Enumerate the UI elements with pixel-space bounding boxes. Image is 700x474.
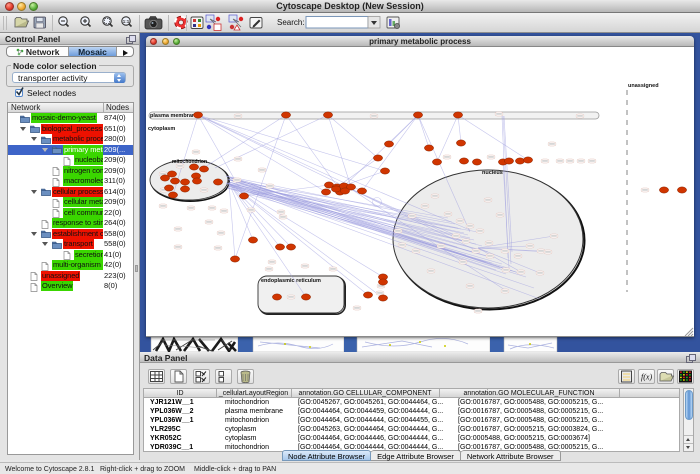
- svg-text:Search:: Search:: [277, 18, 305, 27]
- svg-text:nucleus: nucleus: [482, 170, 503, 176]
- svg-text:f(x): f(x): [641, 373, 652, 382]
- svg-text:unassigned: unassigned: [628, 83, 659, 89]
- svg-text:cytoplasm: cytoplasm: [148, 126, 175, 132]
- svg-text:1:1: 1:1: [123, 19, 130, 24]
- svg-text:plasma membrane: plasma membrane: [150, 113, 198, 119]
- svg-text:endoplasmic reticulum: endoplasmic reticulum: [261, 278, 321, 284]
